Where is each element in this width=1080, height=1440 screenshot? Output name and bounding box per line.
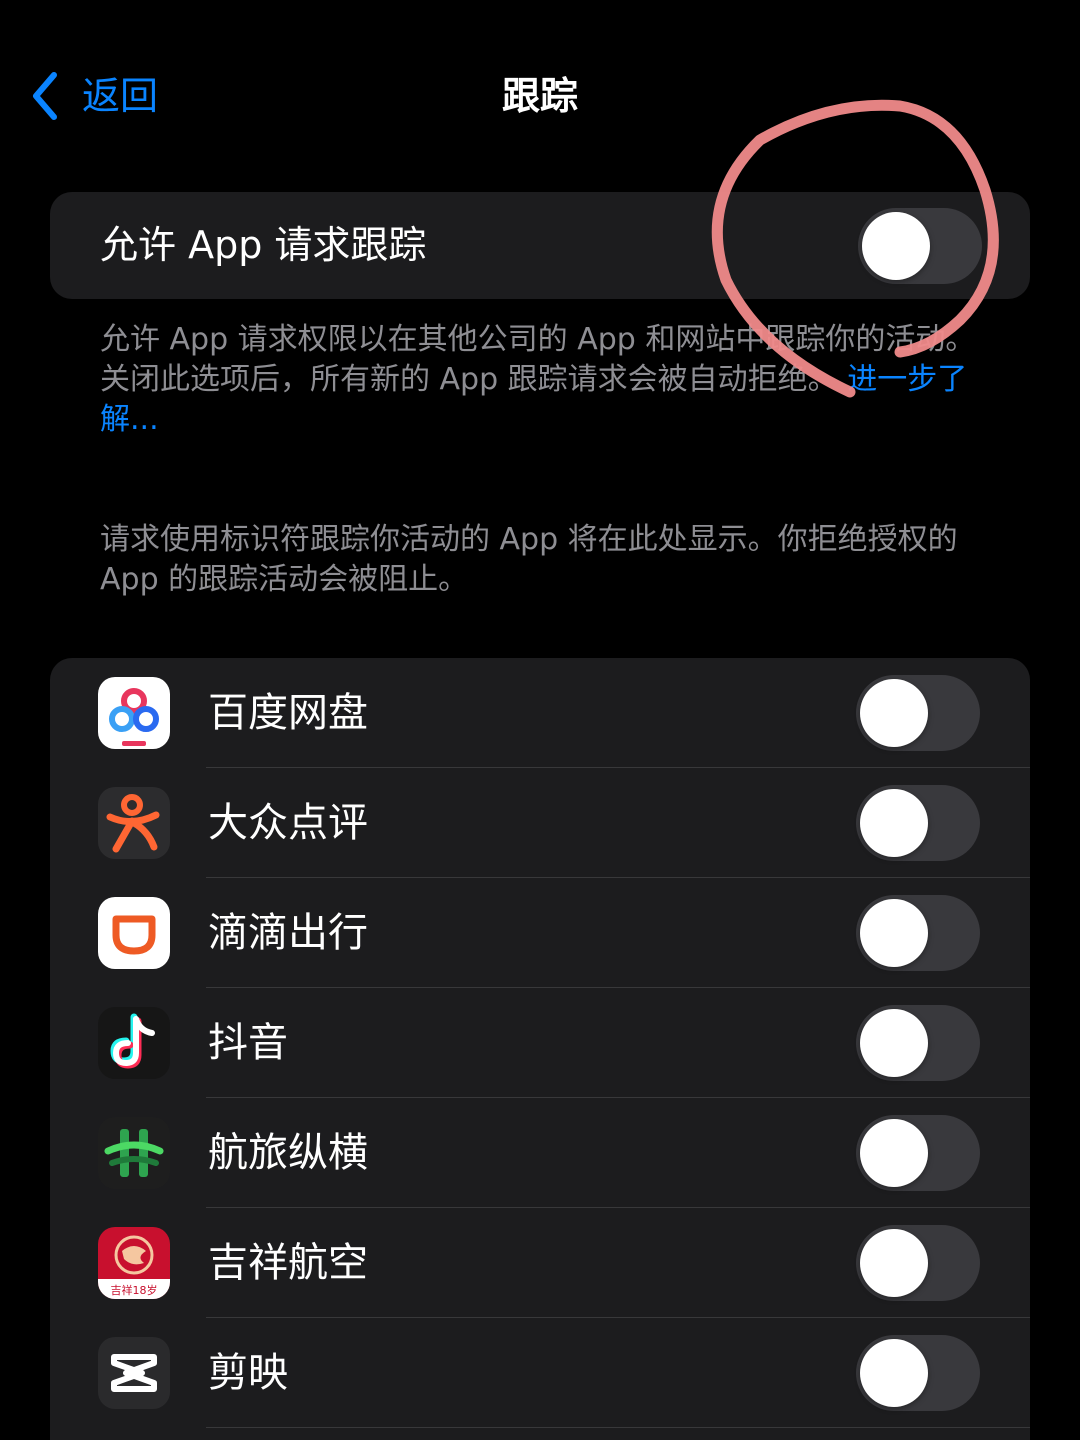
app-name: 吉祥航空 — [208, 1240, 368, 1286]
app-tracking-toggle-hanglv[interactable] — [856, 1115, 980, 1191]
capcut-icon — [98, 1337, 170, 1409]
apps-list: 百度网盘 大众点评 滴滴出行 抖音 航旅纵横 吉祥18岁 吉祥航空 剪映 — [50, 658, 1030, 1440]
allow-tracking-toggle[interactable] — [858, 208, 982, 284]
toggle-knob — [860, 899, 928, 967]
apps-description: 请求使用标识符跟踪你活动的 App 将在此处显示。你拒绝授权的 App 的跟踪活… — [100, 522, 958, 597]
app-name: 百度网盘 — [208, 690, 368, 736]
toggle-knob — [862, 212, 930, 280]
list-item: 大众点评 — [50, 768, 1030, 878]
tracking-description-text: 允许 App 请求权限以在其他公司的 App 和网站中跟踪你的活动。关闭此选项后… — [100, 322, 976, 397]
app-tracking-toggle-baidu[interactable] — [856, 675, 980, 751]
toggle-knob — [860, 1339, 928, 1407]
divider — [206, 1427, 1030, 1428]
baidu-netdisk-icon — [98, 677, 170, 749]
douyin-icon — [98, 1007, 170, 1079]
list-item: 百度网盘 — [50, 658, 1030, 768]
app-name: 大众点评 — [208, 800, 368, 846]
didi-icon — [98, 897, 170, 969]
app-name: 航旅纵横 — [208, 1130, 368, 1176]
navigation-bar: 返回 跟踪 — [0, 0, 1080, 190]
page-title: 跟踪 — [501, 74, 578, 118]
toggle-knob — [860, 789, 928, 857]
list-item: 剪映 — [50, 1318, 1030, 1428]
app-name: 滴滴出行 — [208, 910, 368, 956]
dianping-icon — [98, 787, 170, 859]
list-item: 抖音 — [50, 988, 1030, 1098]
list-item: 滴滴出行 — [50, 878, 1030, 988]
app-tracking-toggle-didi[interactable] — [856, 895, 980, 971]
hanglv-icon — [98, 1117, 170, 1189]
app-tracking-toggle-douyin[interactable] — [856, 1005, 980, 1081]
juneyao-air-icon: 吉祥18岁 — [98, 1227, 170, 1299]
tracking-description: 允许 App 请求权限以在其他公司的 App 和网站中跟踪你的活动。关闭此选项后… — [100, 320, 980, 440]
toggle-knob — [860, 1009, 928, 1077]
juneyao-icon-text: 吉祥18岁 — [111, 1283, 158, 1297]
app-name: 抖音 — [208, 1020, 288, 1066]
app-tracking-toggle-dianping[interactable] — [856, 785, 980, 861]
list-item: 吉祥18岁 吉祥航空 — [50, 1208, 1030, 1318]
toggle-knob — [860, 679, 928, 747]
allow-tracking-cell: 允许 App 请求跟踪 — [50, 192, 1030, 299]
toggle-knob — [860, 1119, 928, 1187]
toggle-knob — [860, 1229, 928, 1297]
app-name: 剪映 — [208, 1350, 288, 1396]
allow-tracking-label: 允许 App 请求跟踪 — [100, 223, 427, 267]
app-tracking-toggle-juneyao[interactable] — [856, 1225, 980, 1301]
app-tracking-toggle-capcut[interactable] — [856, 1335, 980, 1411]
list-item: 航旅纵横 — [50, 1098, 1030, 1208]
